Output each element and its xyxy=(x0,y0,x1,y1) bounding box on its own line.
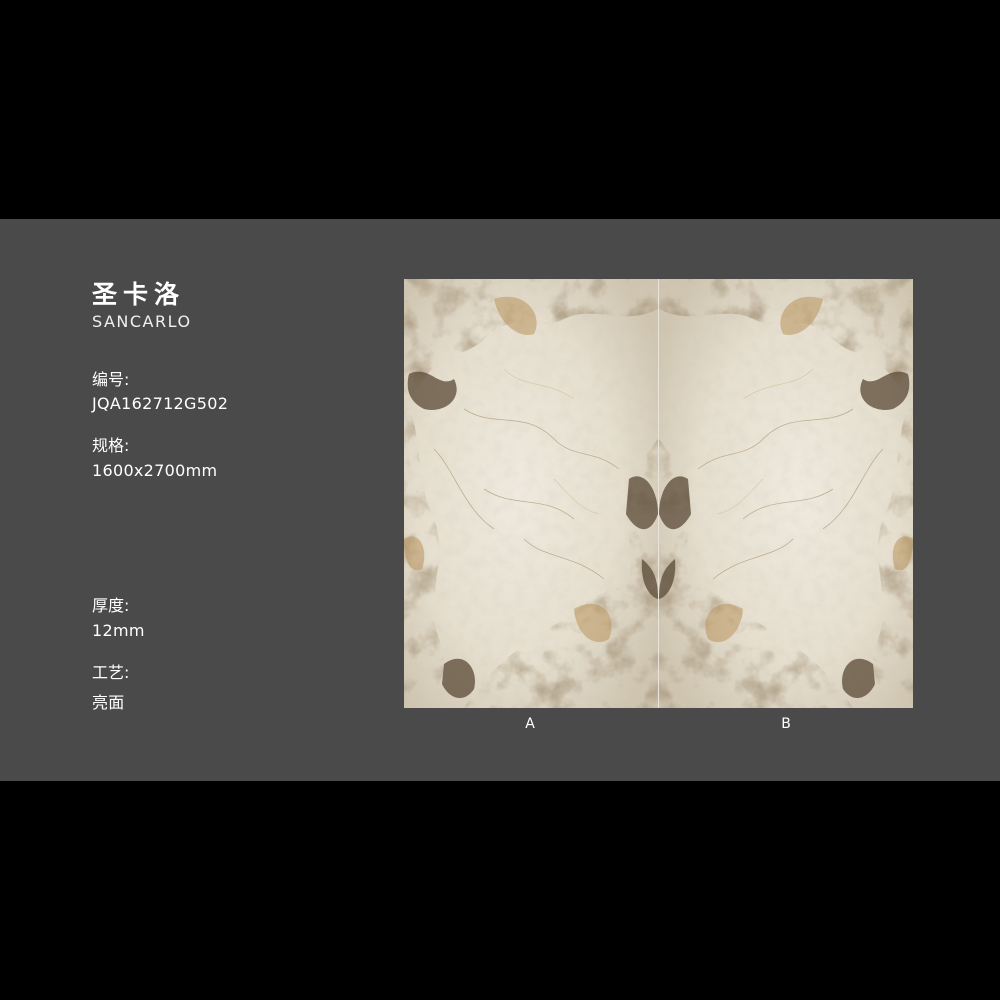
slab-label-b: B xyxy=(781,716,791,732)
marble-slab-a xyxy=(404,279,658,708)
product-name-en: SANCARLO xyxy=(92,312,192,331)
thickness-value: 12mm xyxy=(92,621,145,640)
finish-value: 亮面 xyxy=(92,693,125,712)
marble-slab-b xyxy=(659,279,913,708)
marble-slab-pair xyxy=(404,279,913,708)
code-label: 编号: xyxy=(92,370,130,389)
thickness-label: 厚度: xyxy=(92,596,130,615)
product-panel: 圣卡洛 SANCARLO 编号: JQA162712G502 规格: 1600x… xyxy=(0,219,1000,781)
page: 圣卡洛 SANCARLO 编号: JQA162712G502 规格: 1600x… xyxy=(0,0,1000,1000)
code-value: JQA162712G502 xyxy=(92,394,229,413)
size-label: 规格: xyxy=(92,436,130,455)
marble-texture-a xyxy=(404,279,658,708)
product-name-cn: 圣卡洛 xyxy=(92,280,186,309)
finish-label: 工艺: xyxy=(92,663,130,682)
slab-label-a: A xyxy=(525,716,535,732)
size-value: 1600x2700mm xyxy=(92,461,218,480)
marble-texture-b xyxy=(659,279,913,708)
